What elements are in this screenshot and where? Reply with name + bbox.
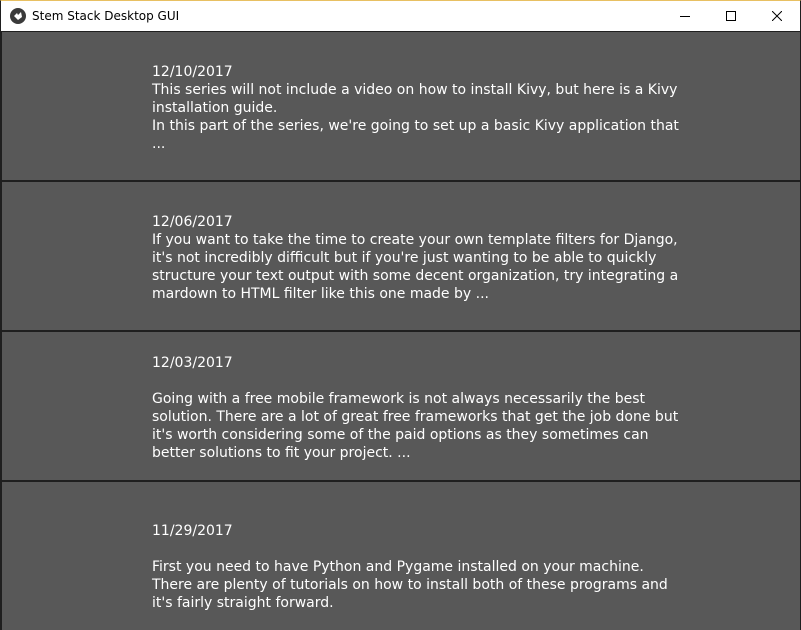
kivy-logo-icon: [10, 8, 26, 24]
post-excerpt-line: installation guide.: [152, 100, 278, 116]
title-bar[interactable]: Stem Stack Desktop GUI: [1, 1, 800, 31]
post-excerpt-line: First you need to have Python and Pygame…: [152, 559, 644, 575]
post-excerpt-line: Going with a free mobile framework is no…: [152, 391, 646, 407]
post-excerpt-line: it's not incredibly difficult but if you…: [152, 250, 657, 266]
maximize-icon: [726, 11, 736, 21]
post-date: 11/29/2017: [152, 523, 233, 539]
minimize-icon: [680, 16, 690, 17]
maximize-button[interactable]: [708, 1, 754, 31]
post-excerpt-line: ...: [152, 136, 166, 152]
post-date: 12/06/2017: [152, 214, 233, 230]
close-button[interactable]: [754, 1, 800, 31]
post-card[interactable]: 12/06/2017 If you want to take the time …: [2, 182, 800, 330]
post-excerpt-line: This series will not include a video on …: [152, 82, 678, 98]
post-card[interactable]: 11/29/2017 First you need to have Python…: [2, 482, 800, 630]
post-card[interactable]: 12/03/2017 Going with a free mobile fram…: [2, 332, 800, 480]
app-window: Stem Stack Desktop GUI 12/10/2017 This s…: [0, 0, 801, 630]
post-body: 12/06/2017 If you want to take the time …: [152, 213, 679, 303]
post-date: 12/03/2017: [152, 355, 233, 371]
post-excerpt-line: There are plenty of tutorials on how to …: [152, 577, 668, 593]
post-excerpt-line: structure your text output with some dec…: [152, 268, 679, 284]
window-controls: [662, 1, 800, 31]
window-title: Stem Stack Desktop GUI: [32, 9, 180, 23]
post-excerpt-line: In this part of the series, we're going …: [152, 118, 679, 134]
post-body: 12/03/2017 Going with a free mobile fram…: [152, 354, 679, 462]
minimize-button[interactable]: [662, 1, 708, 31]
post-excerpt-line: it's fairly straight forward.: [152, 595, 334, 611]
post-list[interactable]: 12/10/2017 This series will not include …: [1, 31, 800, 630]
post-date: 12/10/2017: [152, 64, 233, 80]
post-excerpt-line: If you want to take the time to create y…: [152, 232, 678, 248]
post-body: 12/10/2017 This series will not include …: [152, 63, 679, 153]
post-excerpt-line: it's worth considering some of the paid …: [152, 427, 649, 443]
post-excerpt-line: solution. There are a lot of great free …: [152, 409, 679, 425]
post-body: 11/29/2017 First you need to have Python…: [152, 522, 668, 612]
close-icon: [772, 11, 782, 21]
post-card[interactable]: 12/10/2017 This series will not include …: [2, 32, 800, 180]
post-excerpt-line: mardown to HTML filter like this one mad…: [152, 286, 489, 302]
post-excerpt-line: better solutions to fit your project. ..…: [152, 445, 411, 461]
